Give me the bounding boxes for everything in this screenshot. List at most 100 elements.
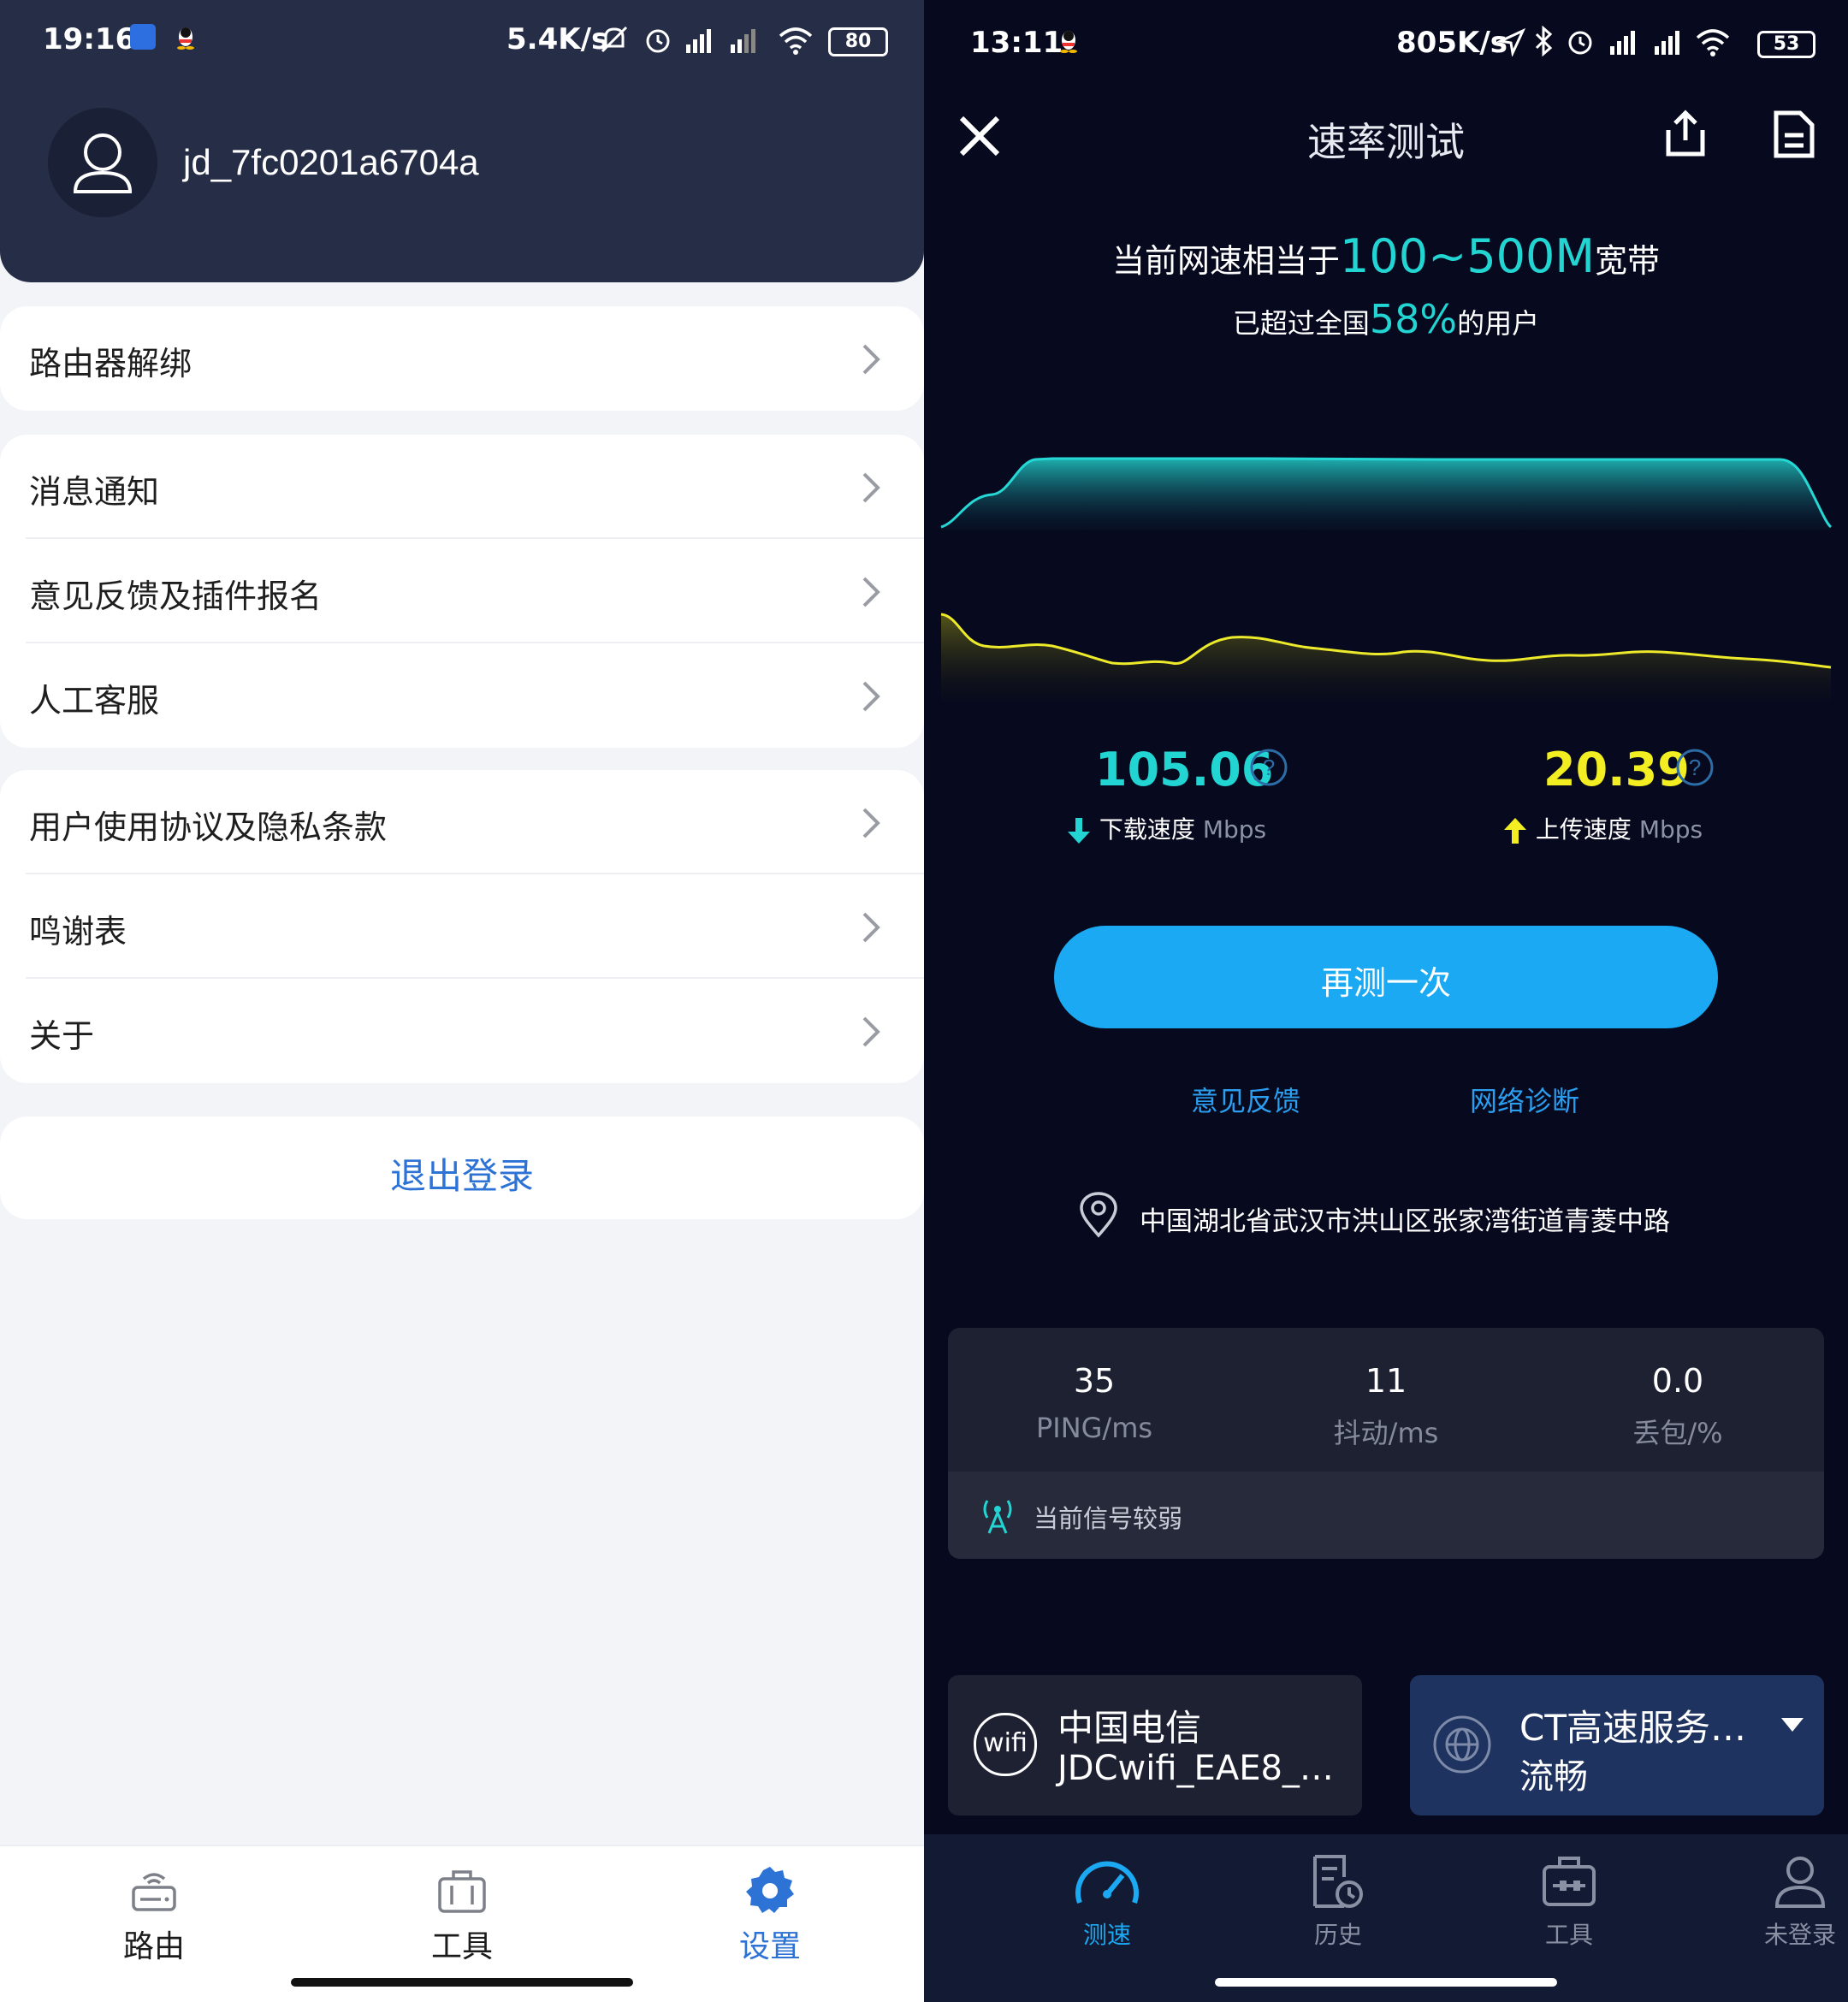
ssid: JDCwifi_EAE8_… (1057, 1749, 1334, 1788)
arrow-down-icon (1068, 818, 1090, 844)
menu-item-customer-service[interactable]: 人工客服 (0, 643, 924, 748)
chevron-right-icon (862, 1016, 880, 1047)
settings-group-1: 路由器解绑 (0, 306, 924, 411)
menu-item-unbind-router[interactable]: 路由器解绑 (0, 306, 924, 411)
tab-router[interactable]: 路由 (60, 1863, 248, 1966)
location-text: 中国湖北省武汉市洪山区张家湾街道青菱中路 (1140, 1206, 1670, 1237)
status-time: 13:11 (970, 26, 1063, 60)
feedback-link[interactable]: 意见反馈 (1191, 1080, 1300, 1119)
beat-percent: 58% (1369, 296, 1458, 342)
server-name: CT高速服务… (1519, 1707, 1746, 1749)
stat-label: 丢包/% (1632, 1417, 1723, 1449)
network-card[interactable]: wifi 中国电信 JDCwifi_EAE8_… (948, 1675, 1362, 1815)
stat-jitter: 11 抖动/ms (1241, 1362, 1531, 1451)
status-bar: 19:16 5.4K/s 80 (0, 0, 924, 82)
svg-text:?: ? (1263, 755, 1275, 780)
chevron-right-icon (862, 912, 880, 943)
battery-level: 80 (844, 31, 872, 52)
home-indicator[interactable] (291, 1978, 633, 1987)
location-pin-icon (1080, 1192, 1117, 1238)
bottom-tab-bar: 测速 历史 工具 未登录 (924, 1834, 1848, 2002)
dropdown-arrow-icon (1781, 1718, 1804, 1732)
retest-label: 再测一次 (1320, 964, 1451, 1002)
upload-label: 上传速度 Mbps (1502, 811, 1703, 845)
tab-label: 设置 (738, 1929, 801, 1964)
report-icon[interactable] (1771, 110, 1817, 159)
menu-item-label: 消息通知 (29, 473, 160, 511)
share-icon[interactable] (1661, 108, 1709, 159)
signal-note: 当前信号较弱 (1034, 1504, 1183, 1533)
menu-item-feedback[interactable]: 意见反馈及插件报名 (0, 539, 924, 643)
tab-history[interactable]: 历史 (1253, 1851, 1424, 1951)
toolbox-icon (438, 1870, 486, 1913)
tab-label: 历史 (1313, 1921, 1362, 1949)
bandwidth-summary: 当前网速相当于100~500M宽带 (924, 229, 1848, 283)
chevron-right-icon (862, 472, 880, 503)
chevron-right-icon (862, 577, 880, 607)
router-icon (132, 1873, 176, 1911)
download-curve-fill (941, 459, 1831, 530)
help-icon[interactable]: ? (1249, 748, 1288, 787)
tab-label: 工具 (1544, 1921, 1593, 1949)
location-arrow-icon (1497, 27, 1526, 56)
menu-item-about[interactable]: 关于 (0, 979, 924, 1083)
server-selector[interactable]: CT高速服务… 流畅 (1410, 1675, 1824, 1815)
stat-label: 抖动/ms (1333, 1417, 1439, 1449)
username: jd_7fc0201a6704a (183, 142, 479, 182)
gear-icon (746, 1867, 794, 1913)
help-icon[interactable]: ? (1675, 748, 1715, 787)
menu-item-label: 关于 (29, 1017, 95, 1055)
alarm-icon (1568, 31, 1592, 55)
tab-label: 测速 (1082, 1921, 1131, 1949)
download-speed-value: 105.06 (1095, 743, 1274, 797)
menu-item-label: 路由器解绑 (29, 345, 192, 382)
chevron-right-icon (862, 808, 880, 838)
summary-prefix: 当前网速相当于 (1111, 242, 1340, 280)
user-icon (73, 133, 133, 193)
menu-item-label: 用户使用协议及隐私条款 (29, 808, 388, 846)
network-stats: 35 PING/ms 11 抖动/ms 0.0 丢包/% 当前信号较弱 (948, 1328, 1824, 1559)
wifi-badge-icon: wifi (974, 1713, 1037, 1776)
retest-button[interactable]: 再测一次 (1054, 926, 1718, 1028)
battery-icon: 80 (828, 27, 888, 56)
toolbox-icon (1543, 1857, 1596, 1906)
wifi-icon (779, 27, 813, 55)
net-speed: 5.4K/s (506, 22, 609, 56)
tab-tools[interactable]: 工具 (368, 1863, 556, 1966)
upload-label-text: 上传速度 (1535, 815, 1632, 844)
download-label-text: 下载速度 (1099, 815, 1195, 844)
upload-speed-value: 20.39 (1543, 743, 1690, 797)
battery-level: 53 (1773, 33, 1800, 55)
home-indicator[interactable] (1215, 1978, 1557, 1987)
signal-icon-2 (731, 29, 755, 53)
stat-value: 0.0 (1651, 1362, 1704, 1400)
settings-group-3: 用户使用协议及隐私条款 鸣谢表 关于 (0, 770, 924, 1083)
menu-item-notifications[interactable]: 消息通知 (0, 435, 924, 539)
server-status: 流畅 (1519, 1757, 1588, 1797)
status-time: 19:16 (43, 22, 136, 56)
beat-prefix: 已超过全国 (1232, 307, 1370, 340)
upload-unit: Mbps (1638, 815, 1703, 844)
stat-packet-loss: 0.0 丢包/% (1532, 1362, 1823, 1451)
signal-icon (686, 29, 711, 53)
stat-value: 35 (1073, 1362, 1116, 1400)
tab-settings[interactable]: 设置 (676, 1863, 864, 1966)
qq-icon (1057, 27, 1080, 53)
avatar[interactable] (48, 108, 157, 217)
tab-label: 未登录 (1763, 1921, 1836, 1949)
menu-item-acknowledgements[interactable]: 鸣谢表 (0, 874, 924, 979)
tab-tools[interactable]: 工具 (1484, 1851, 1655, 1951)
diagnose-link[interactable]: 网络诊断 (1470, 1080, 1579, 1119)
bandwidth-value: 100~500M (1340, 229, 1595, 283)
alarm-icon (646, 29, 670, 53)
menu-item-label: 意见反馈及插件报名 (29, 578, 323, 615)
wifi-badge-text: wifi (983, 1728, 1028, 1758)
tab-speedtest[interactable]: 测速 (1022, 1851, 1193, 1951)
logout-button[interactable]: 退出登录 (0, 1116, 924, 1219)
menu-item-user-agreement[interactable]: 用户使用协议及隐私条款 (0, 770, 924, 874)
signal-icon (1610, 31, 1635, 55)
history-icon (1313, 1855, 1363, 1908)
menu-item-label: 鸣谢表 (29, 913, 127, 951)
tab-account[interactable]: 未登录 (1715, 1851, 1848, 1951)
settings-screen: 19:16 5.4K/s 80 jd_7fc0201a6704a 路由器解绑 消… (0, 0, 924, 2002)
